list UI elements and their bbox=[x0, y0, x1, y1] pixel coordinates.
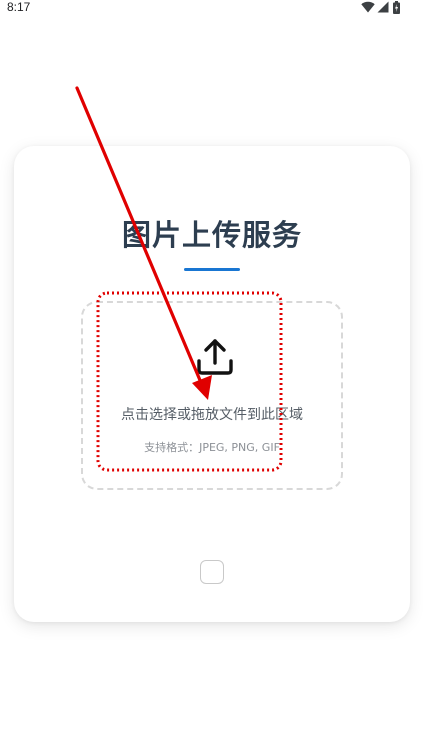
page-title: 图片上传服务 bbox=[121, 218, 302, 252]
wifi-icon bbox=[361, 1, 375, 13]
bottom-checkbox[interactable] bbox=[200, 560, 224, 584]
signal-icon bbox=[377, 1, 389, 13]
format-hint-text: 支持格式：JPEG, PNG, GIF bbox=[144, 441, 280, 454]
status-icons bbox=[361, 1, 401, 14]
upload-drop-zone[interactable]: 点击选择或拖放文件到此区域 支持格式：JPEG, PNG, GIF bbox=[81, 301, 343, 490]
upload-prompt-text: 点击选择或拖放文件到此区域 bbox=[121, 407, 303, 423]
screen: 8:17 图片上传服务 点击选择或拖放文件到此区域 支持格式：JPEG, PNG… bbox=[0, 0, 423, 747]
title-underline bbox=[184, 268, 240, 271]
status-time: 8:17 bbox=[7, 0, 31, 14]
battery-icon bbox=[393, 1, 400, 14]
status-bar: 8:17 bbox=[0, 0, 423, 16]
upload-card: 图片上传服务 点击选择或拖放文件到此区域 支持格式：JPEG, PNG, GIF bbox=[14, 146, 410, 622]
upload-icon bbox=[197, 339, 233, 375]
